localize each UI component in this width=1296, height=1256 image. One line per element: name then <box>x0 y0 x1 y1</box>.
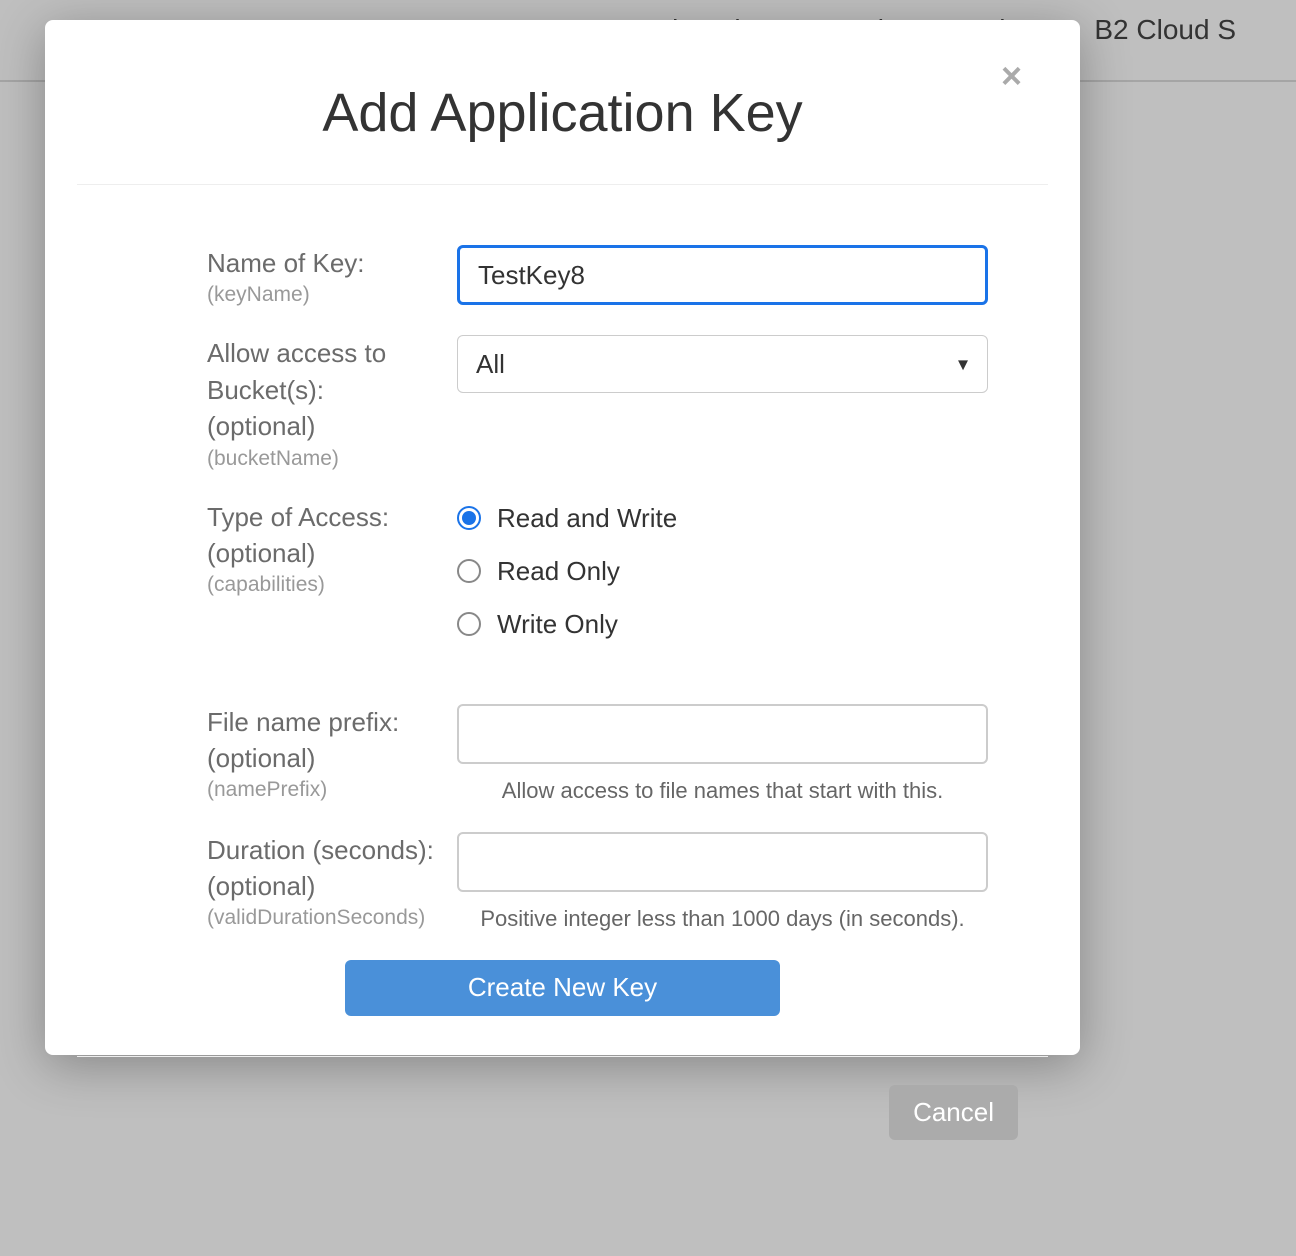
radio-icon <box>457 612 481 636</box>
bucket-label: Allow access to Bucket(s): <box>207 335 457 408</box>
prefix-hint: (namePrefix) <box>207 778 457 802</box>
divider <box>77 1056 1048 1057</box>
duration-hint: (validDurationSeconds) <box>207 906 457 930</box>
access-label: Type of Access: <box>207 499 457 535</box>
radio-icon <box>457 559 481 583</box>
duration-input[interactable] <box>457 832 988 892</box>
access-hint: (capabilities) <box>207 573 457 597</box>
radio-label: Read Only <box>497 556 620 587</box>
field-row-bucket: Allow access to Bucket(s): (optional) (b… <box>77 335 1048 470</box>
radio-icon <box>457 506 481 530</box>
add-application-key-modal: × Add Application Key Name of Key: (keyN… <box>45 20 1080 1055</box>
close-icon[interactable]: × <box>1001 58 1022 94</box>
divider <box>77 184 1048 185</box>
key-name-label: Name of Key: <box>207 245 457 281</box>
prefix-optional: (optional) <box>207 740 457 776</box>
create-new-key-button[interactable]: Create New Key <box>345 960 780 1016</box>
cancel-button[interactable]: Cancel <box>889 1085 1018 1140</box>
field-row-access: Type of Access: (optional) (capabilities… <box>77 499 1048 640</box>
bucket-optional: (optional) <box>207 408 457 444</box>
modal-title: Add Application Key <box>77 82 1048 144</box>
key-name-hint: (keyName) <box>207 283 457 307</box>
duration-help: Positive integer less than 1000 days (in… <box>457 906 988 932</box>
radio-read-write[interactable]: Read and Write <box>457 503 988 534</box>
radio-label: Write Only <box>497 609 618 640</box>
radio-label: Read and Write <box>497 503 677 534</box>
radio-read-only[interactable]: Read Only <box>457 556 988 587</box>
duration-label: Duration (seconds): <box>207 832 457 868</box>
radio-write-only[interactable]: Write Only <box>457 609 988 640</box>
prefix-label: File name prefix: <box>207 704 457 740</box>
prefix-input[interactable] <box>457 704 988 764</box>
bucket-select[interactable]: All <box>457 335 988 393</box>
prefix-help: Allow access to file names that start wi… <box>457 778 988 804</box>
field-row-key-name: Name of Key: (keyName) <box>77 245 1048 307</box>
access-optional: (optional) <box>207 535 457 571</box>
field-row-prefix: File name prefix: (optional) (namePrefix… <box>77 704 1048 804</box>
field-row-duration: Duration (seconds): (optional) (validDur… <box>77 832 1048 932</box>
access-radio-group: Read and Write Read Only Write Only <box>457 503 988 640</box>
key-name-input[interactable] <box>457 245 988 305</box>
bucket-hint: (bucketName) <box>207 447 457 471</box>
duration-optional: (optional) <box>207 868 457 904</box>
